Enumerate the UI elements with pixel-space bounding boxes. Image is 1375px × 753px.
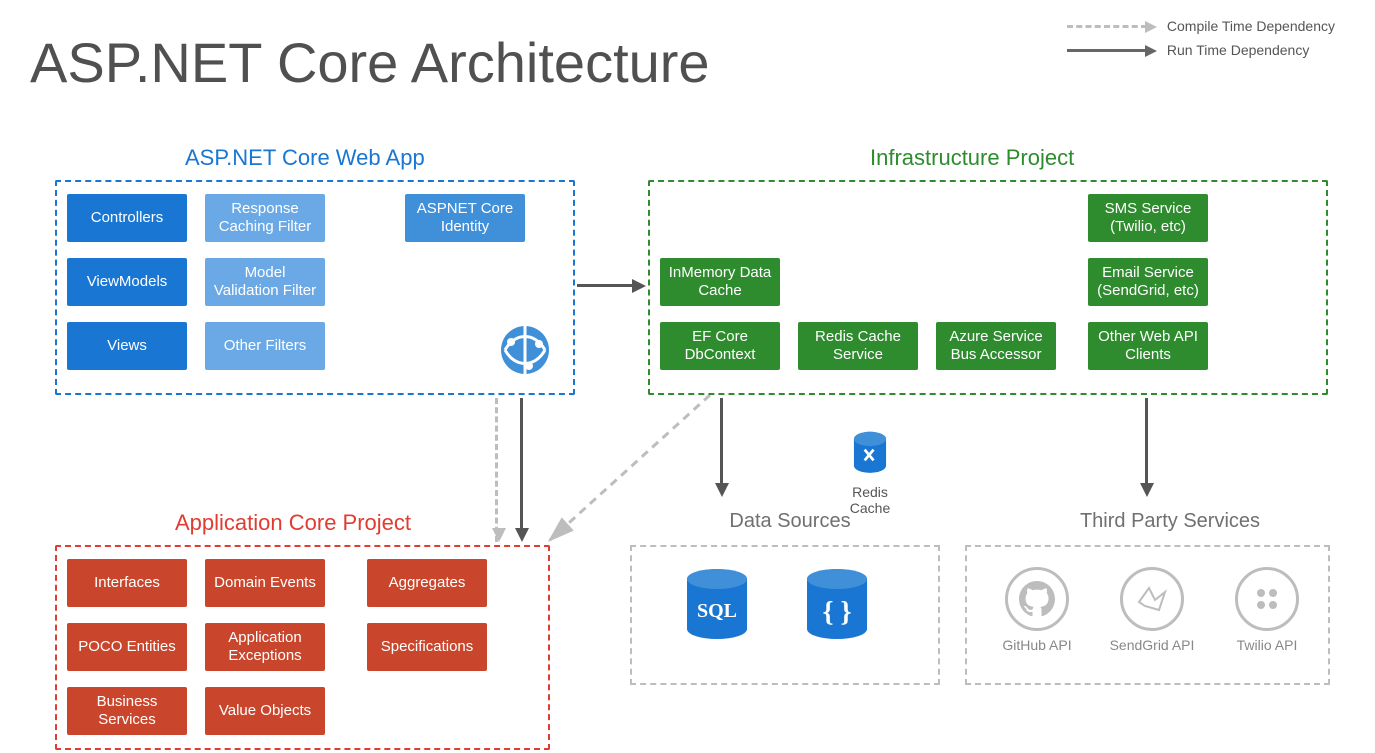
core-section-title: Application Core Project: [175, 510, 411, 536]
box-viewmodels: ViewModels: [67, 258, 187, 306]
dashed-arrow-icon: [1067, 25, 1147, 28]
sendgrid-api-label: SendGrid API: [1102, 637, 1202, 653]
sendgrid-icon: [1120, 567, 1184, 631]
legend-compile-label: Compile Time Dependency: [1167, 18, 1335, 34]
solid-arrow-icon: [1067, 49, 1147, 52]
box-specifications: Specifications: [367, 623, 487, 671]
redis-cache-icon: Redis Cache: [830, 430, 910, 516]
box-other-filters: Other Filters: [205, 322, 325, 370]
sql-db-icon: SQL: [682, 567, 752, 652]
page-title: ASP.NET Core Architecture: [30, 30, 710, 95]
box-efcore: EF Core DbContext: [660, 322, 780, 370]
legend-runtime: Run Time Dependency: [1067, 42, 1335, 58]
box-model-validation: Model Validation Filter: [205, 258, 325, 306]
twilio-icon: [1235, 567, 1299, 631]
datasources-title: Data Sources: [690, 510, 890, 533]
github-icon: [1005, 567, 1069, 631]
box-domain-events: Domain Events: [205, 559, 325, 607]
box-controllers: Controllers: [67, 194, 187, 242]
box-response-caching: Response Caching Filter: [205, 194, 325, 242]
twilio-api-label: Twilio API: [1217, 637, 1317, 653]
thirdparty-title: Third Party Services: [1060, 510, 1280, 533]
box-aspnet-identity: ASPNET Core Identity: [405, 194, 525, 242]
arrow-webapp-to-core-compile: [495, 398, 498, 542]
box-views: Views: [67, 322, 187, 370]
core-container: Interfaces POCO Entities Business Servic…: [55, 545, 550, 750]
box-business: Business Services: [67, 687, 187, 735]
legend-runtime-label: Run Time Dependency: [1167, 42, 1309, 58]
nosql-db-icon: { }: [802, 567, 872, 652]
box-redis-service: Redis Cache Service: [798, 322, 918, 370]
box-poco: POCO Entities: [67, 623, 187, 671]
box-email-service: Email Service (SendGrid, etc): [1088, 258, 1208, 306]
infra-container: InMemory Data Cache EF Core DbContext Re…: [648, 180, 1328, 395]
box-azure-bus: Azure Service Bus Accessor: [936, 322, 1056, 370]
webapp-container: Controllers ViewModels Views Response Ca…: [55, 180, 575, 395]
sendgrid-api-item: SendGrid API: [1102, 567, 1202, 653]
twilio-api-item: Twilio API: [1217, 567, 1317, 653]
box-aggregates: Aggregates: [367, 559, 487, 607]
box-value-objects: Value Objects: [205, 687, 325, 735]
svg-text:{ }: { }: [822, 597, 851, 628]
github-api-item: GitHub API: [987, 567, 1087, 653]
globe-icon: [497, 322, 553, 383]
datasources-container: SQL { }: [630, 545, 940, 685]
legend-compile: Compile Time Dependency: [1067, 18, 1335, 34]
infra-section-title: Infrastructure Project: [870, 145, 1074, 171]
box-inmemory-cache: InMemory Data Cache: [660, 258, 780, 306]
thirdparty-container: GitHub API SendGrid API Twilio API: [965, 545, 1330, 685]
box-sms-service: SMS Service (Twilio, etc): [1088, 194, 1208, 242]
github-api-label: GitHub API: [987, 637, 1087, 653]
box-interfaces: Interfaces: [67, 559, 187, 607]
box-other-webapi: Other Web API Clients: [1088, 322, 1208, 370]
legend: Compile Time Dependency Run Time Depende…: [1067, 18, 1335, 66]
box-app-exceptions: Application Exceptions: [205, 623, 325, 671]
webapp-section-title: ASP.NET Core Web App: [185, 145, 425, 171]
svg-text:SQL: SQL: [697, 600, 737, 622]
